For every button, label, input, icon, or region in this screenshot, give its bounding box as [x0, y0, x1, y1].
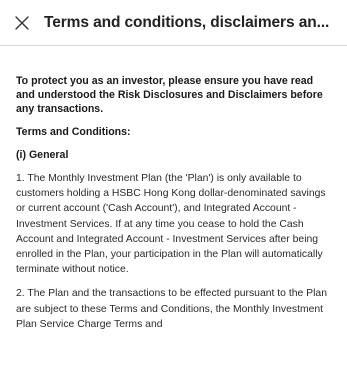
close-button[interactable]	[0, 0, 44, 46]
terms-paragraph-1: 1. The Monthly Investment Plan (the 'Pla…	[16, 173, 326, 276]
page-title: Terms and conditions, disclaimers an...	[44, 13, 330, 31]
terms-screen: Terms and conditions, disclaimers an... …	[0, 0, 347, 387]
close-icon	[15, 15, 29, 30]
investor-notice: To protect you as an investor, please en…	[16, 75, 323, 115]
terms-content[interactable]: To protect you as an investor, please en…	[0, 46, 347, 387]
section-heading-general: (i) General	[16, 149, 69, 161]
header-bar: Terms and conditions, disclaimers an...	[0, 0, 347, 46]
terms-heading: Terms and Conditions:	[16, 126, 131, 138]
terms-paragraph-2: 2. The Plan and the transactions to be e…	[16, 288, 327, 330]
